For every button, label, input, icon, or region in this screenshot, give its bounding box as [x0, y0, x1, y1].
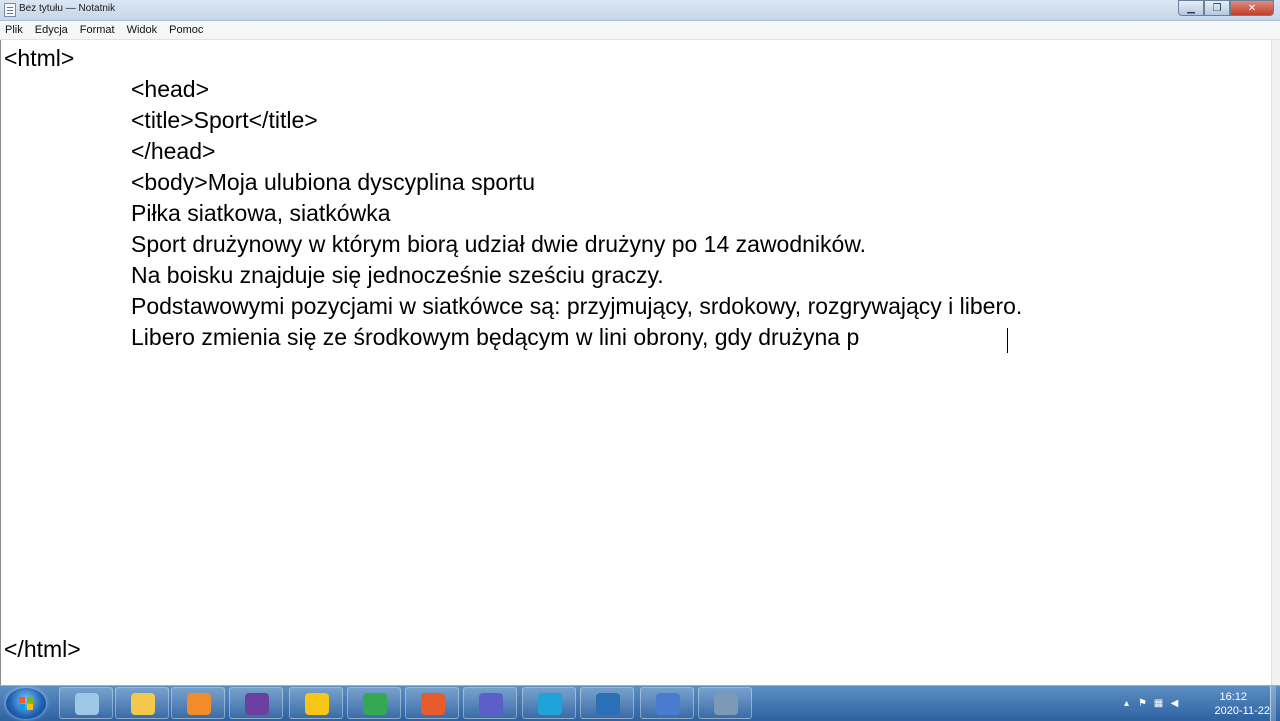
edge-icon	[538, 693, 562, 715]
network-status-icon[interactable]: ▦	[1153, 698, 1164, 709]
taskbar-app-button[interactable]	[463, 687, 517, 719]
chrome-icon	[363, 693, 387, 715]
taskbar-app-button[interactable]	[115, 687, 169, 719]
taskbar-app-button[interactable]	[405, 687, 459, 719]
editor-line: <head>	[131, 76, 210, 102]
notepad-icon	[4, 3, 16, 17]
menu-bar: Plik Edycja Format Widok Pomoc	[0, 21, 1280, 40]
windows-explorer-icon	[75, 693, 99, 715]
folder-icon	[131, 693, 155, 715]
editor-line: <title>Sport</title>	[131, 107, 318, 133]
close-button[interactable]: ✕	[1230, 0, 1274, 16]
menu-help[interactable]: Pomoc	[163, 21, 209, 39]
editor-line: <html>	[4, 45, 75, 71]
flag-icon[interactable]: ⚑	[1137, 698, 1148, 709]
show-desktop-button[interactable]	[1270, 686, 1276, 721]
window-controls: ▁ ❐ ✕	[1178, 0, 1274, 17]
teams-icon	[479, 693, 503, 715]
taskbar-app-button[interactable]	[698, 687, 752, 719]
taskbar-app-button[interactable]	[289, 687, 343, 719]
menu-view[interactable]: Widok	[121, 21, 164, 39]
editor-line: </html>	[4, 636, 81, 662]
menu-format[interactable]: Format	[74, 21, 121, 39]
maximize-button[interactable]: ❐	[1204, 0, 1230, 16]
editor-line: Libero zmienia się ze środkowym będącym …	[131, 324, 860, 350]
mt7-app-icon	[656, 693, 680, 715]
wizard-icon	[245, 693, 269, 715]
minimize-button[interactable]: ▁	[1178, 0, 1204, 16]
taskbar: ▴ ⚑ ▦ ◀ 16:12 2020-11-22	[0, 685, 1280, 721]
taskbar-app-button[interactable]	[522, 687, 576, 719]
menu-file[interactable]: Plik	[0, 21, 29, 39]
media-player-icon	[187, 693, 211, 715]
office-icon	[421, 693, 445, 715]
editor-line: Podstawowymi pozycjami w siatkówce są: p…	[131, 293, 1023, 319]
network-icon	[714, 693, 738, 715]
taskbar-app-button[interactable]	[640, 687, 694, 719]
taskbar-app-button[interactable]	[229, 687, 283, 719]
taskbar-app-button[interactable]	[580, 687, 634, 719]
volume-icon[interactable]: ◀	[1169, 698, 1180, 709]
editor-line: Piłka siatkowa, siatkówka	[131, 200, 391, 226]
text-caret	[1007, 328, 1008, 353]
tray-arrow-icon[interactable]: ▴	[1121, 698, 1132, 709]
editor-line: Sport drużynowy w którym biorą udział dw…	[131, 231, 867, 257]
system-tray: ▴ ⚑ ▦ ◀ 16:12 2020-11-22	[1121, 686, 1276, 721]
window-title: Bez tytułu — Notatnik	[19, 3, 116, 14]
taskbar-app-button[interactable]	[171, 687, 225, 719]
editor-line: <body>Moja ulubiona dyscyplina sportu	[131, 169, 536, 195]
menu-edit[interactable]: Edycja	[29, 21, 74, 39]
warning-app-icon	[305, 693, 329, 715]
snowflake-app-icon	[596, 693, 620, 715]
title-bar: Bez tytułu — Notatnik ▁ ❐ ✕	[0, 0, 1280, 21]
clock-date[interactable]: 2020-11-22	[1215, 705, 1270, 717]
taskbar-app-button[interactable]	[347, 687, 401, 719]
text-editor-area[interactable]: <html> <head> <title>Sport</title> </hea…	[0, 40, 1272, 685]
taskbar-app-button[interactable]	[59, 687, 113, 719]
vertical-scrollbar[interactable]	[1271, 40, 1280, 685]
editor-line: Na boisku znajduje się jednocześnie sześ…	[131, 262, 664, 288]
clock-time[interactable]: 16:12	[1219, 691, 1247, 703]
start-button[interactable]	[6, 688, 46, 719]
editor-line: </head>	[131, 138, 216, 164]
